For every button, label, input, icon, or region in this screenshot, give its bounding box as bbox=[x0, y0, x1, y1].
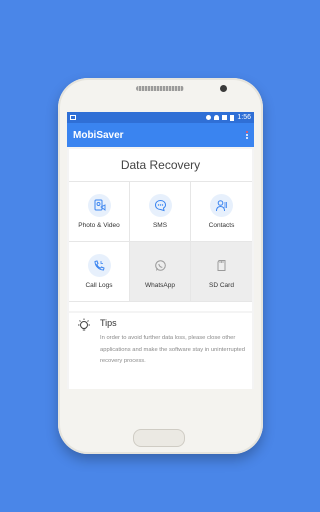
front-camera bbox=[220, 85, 227, 92]
option-label: WhatsApp bbox=[145, 282, 175, 289]
tips-text: In order to avoid further data loss, ple… bbox=[100, 335, 246, 364]
option-label: Call Logs bbox=[85, 282, 113, 289]
whatsapp-icon bbox=[149, 254, 172, 277]
card-title: Data Recovery bbox=[120, 158, 201, 172]
wifi-icon bbox=[214, 115, 220, 120]
option-label: Contacts bbox=[208, 222, 235, 229]
speaker-grille bbox=[136, 86, 184, 91]
option-call-logs[interactable]: Call Logs bbox=[69, 242, 130, 302]
status-time: 1:56 bbox=[237, 114, 251, 121]
battery-icon bbox=[230, 114, 235, 121]
option-label: SD Card bbox=[209, 282, 234, 289]
tips-panel: Tips In order to avoid further data loss… bbox=[69, 313, 252, 389]
sms-icon bbox=[148, 194, 172, 217]
app-bar: MobiSaver bbox=[67, 123, 254, 147]
option-whatsapp[interactable]: WhatsApp bbox=[130, 242, 191, 302]
home-button[interactable] bbox=[133, 429, 185, 447]
phone-screen: 1:56 MobiSaver Data Recovery Photo & Vid… bbox=[67, 112, 254, 389]
recovery-options-grid: Photo & Video SMS Contacts Call Logs Wha… bbox=[69, 181, 252, 302]
overflow-menu-icon[interactable] bbox=[246, 131, 248, 139]
option-photo-video[interactable]: Photo & Video bbox=[69, 182, 130, 242]
phone-frame: 1:56 MobiSaver Data Recovery Photo & Vid… bbox=[58, 78, 263, 454]
image-notification-icon bbox=[70, 115, 76, 120]
data-recovery-card: Data Recovery Photo & Video SMS Contacts… bbox=[69, 149, 252, 311]
option-contacts[interactable]: Contacts bbox=[191, 182, 252, 242]
lightbulb-icon bbox=[75, 317, 93, 340]
option-sms[interactable]: SMS bbox=[130, 182, 191, 242]
sd-card-icon bbox=[210, 254, 233, 277]
option-label: SMS bbox=[152, 222, 168, 229]
photo-video-icon bbox=[87, 194, 111, 217]
contacts-icon bbox=[210, 194, 233, 217]
option-sd-card[interactable]: SD Card bbox=[191, 242, 252, 302]
call-logs-icon bbox=[87, 254, 111, 277]
signal-icon bbox=[222, 115, 228, 120]
sync-icon bbox=[206, 115, 212, 120]
option-label: Photo & Video bbox=[78, 222, 120, 229]
tips-title: Tips bbox=[100, 318, 117, 328]
app-title: MobiSaver bbox=[73, 129, 124, 141]
status-bar: 1:56 bbox=[67, 112, 254, 123]
